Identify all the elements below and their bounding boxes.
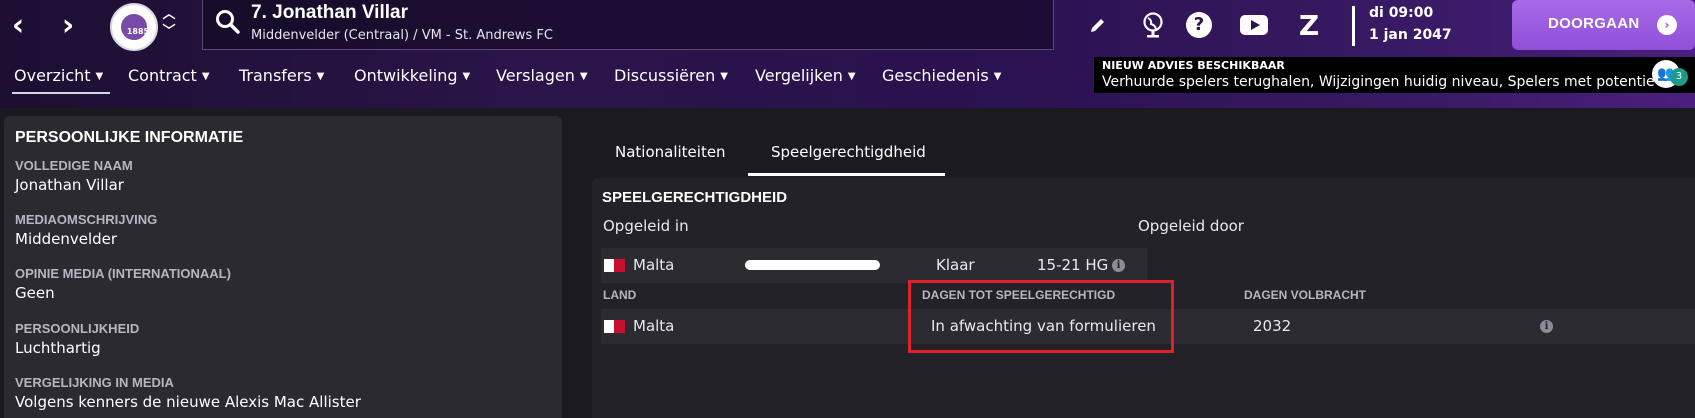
game-date[interactable]: 1 jan 2047 <box>1369 27 1452 43</box>
info-icon[interactable]: i <box>1112 259 1125 272</box>
app-window: ‹ › 1885 ︿ ﹀ 7. Jonathan Villar Middenve… <box>0 0 1695 418</box>
field-label: VERGELIJKING IN MEDIA <box>15 375 174 390</box>
menu-label: Transfers <box>239 66 312 85</box>
header-divider <box>1352 6 1355 46</box>
club-logo-year: 1885 <box>126 27 150 36</box>
tab-active-underline <box>748 173 945 176</box>
forward-arrow-icon[interactable]: › <box>50 8 86 44</box>
globe-icon[interactable] <box>1136 8 1170 42</box>
player-switch-chevrons[interactable]: ︿ ﹀ <box>162 6 176 46</box>
advice-title: NIEUW ADVIES BESCHIKBAAR <box>1102 59 1285 72</box>
menu-transfers[interactable]: Transfers ▼ <box>239 66 324 85</box>
back-arrow-icon[interactable]: ‹ <box>0 8 36 44</box>
header-bar: ‹ › 1885 ︿ ﹀ 7. Jonathan Villar Middenve… <box>0 0 1695 108</box>
menu-verslagen[interactable]: Verslagen ▼ <box>496 66 588 85</box>
tab-nationaliteiten[interactable]: Nationaliteiten <box>615 143 726 161</box>
field-value-media-comparison: Volgens kenners de nieuwe Alexis Mac All… <box>15 393 361 411</box>
menu-label: Geschiedenis <box>882 66 989 85</box>
training-progress-bar <box>745 260 880 270</box>
menu-label: Verslagen <box>496 66 575 85</box>
advice-text: Verhuurde spelers terughalen, Wijziginge… <box>1102 74 1655 90</box>
menu-discussieren[interactable]: Discussiëren ▼ <box>614 66 728 85</box>
youtube-icon[interactable] <box>1237 8 1271 42</box>
personal-info-title: PERSOONLIJKE INFORMATIE <box>15 129 244 146</box>
malta-flag-icon <box>604 320 625 333</box>
field-value-full-name: Jonathan Villar <box>15 176 124 194</box>
player-title: 7. Jonathan Villar <box>251 2 408 23</box>
continue-button[interactable]: DOORGAAN › <box>1512 0 1695 50</box>
menu-label: Discussiëren <box>614 66 716 85</box>
field-label: MEDIAOMSCHRIJVING <box>15 212 158 227</box>
field-value-media-opinion: Geen <box>15 284 55 302</box>
menu-active-underline <box>12 92 110 94</box>
info-icon[interactable]: i <box>1540 320 1553 333</box>
field-label: PERSOONLIJKHEID <box>15 321 140 336</box>
malta-flag-icon <box>604 259 625 272</box>
chevron-down-icon: ▼ <box>462 71 471 82</box>
field-label: OPINIE MEDIA (INTERNATIONAAL) <box>15 266 231 281</box>
eligibility-country: Malta <box>633 317 675 335</box>
chevron-up-icon[interactable]: ︿ <box>162 6 176 23</box>
advice-count-badge: 3 <box>1670 68 1688 86</box>
chevron-down-icon: ▼ <box>720 71 728 82</box>
column-header-days-done[interactable]: DAGEN VOLBRACHT <box>1244 288 1366 302</box>
highlight-annotation-box <box>908 280 1174 353</box>
club-logo[interactable]: 1885 <box>110 3 158 51</box>
continue-button-label: DOORGAAN <box>1548 15 1640 32</box>
days-completed: 2032 <box>1253 317 1292 335</box>
player-subtitle[interactable]: Middenvelder (Centraal) / VM - St. Andre… <box>251 28 553 43</box>
menu-label: Ontwikkeling <box>354 66 458 85</box>
chevron-down-icon: ▼ <box>95 71 104 82</box>
menu-ontwikkeling[interactable]: Ontwikkeling ▼ <box>354 66 470 85</box>
menu-label: Vergelijken <box>755 66 843 85</box>
continue-arrow-icon: › <box>1657 15 1677 35</box>
trained-row[interactable]: Malta Klaar 15-21 HG i <box>601 248 1147 283</box>
trained-by-label: Opgeleid door <box>1138 217 1244 235</box>
help-icon[interactable]: ? <box>1182 8 1216 42</box>
menu-overzicht[interactable]: Overzicht ▼ <box>14 66 103 85</box>
menu-contract[interactable]: Contract ▼ <box>128 66 210 85</box>
tab-speelgerechtigdheid[interactable]: Speelgerechtigdheid <box>771 143 926 161</box>
z-icon[interactable]: Z <box>1292 8 1326 42</box>
advice-staff-button[interactable]: 👥 3 <box>1652 58 1690 94</box>
field-value-media-description: Middenvelder <box>15 230 118 248</box>
trained-country: Malta <box>633 256 675 274</box>
advice-banner[interactable]: NIEUW ADVIES BESCHIKBAAR Verhuurde spele… <box>1094 57 1695 93</box>
game-date-day[interactable]: di 09:00 <box>1369 5 1433 21</box>
menu-geschiedenis[interactable]: Geschiedenis ▼ <box>882 66 1001 85</box>
chevron-down-icon: ▼ <box>579 71 588 82</box>
chevron-down-icon: ▼ <box>847 71 856 82</box>
field-label: VOLLEDIGE NAAM <box>15 158 133 173</box>
personal-info-panel: PERSOONLIJKE INFORMATIE VOLLEDIGE NAAM J… <box>4 116 562 418</box>
eligibility-title: SPEELGERECHTIGDHEID <box>602 189 788 206</box>
player-search-box[interactable]: 7. Jonathan Villar Middenvelder (Centraa… <box>202 0 1054 50</box>
chevron-down-icon: ▼ <box>993 71 1002 82</box>
menu-vergelijken[interactable]: Vergelijken ▼ <box>755 66 856 85</box>
chevron-down-icon: ▼ <box>316 71 325 82</box>
chevron-down-icon[interactable]: ﹀ <box>162 23 176 40</box>
club-crest-icon: 1885 <box>119 12 149 42</box>
menu-label: Contract <box>128 66 197 85</box>
menu-label: Overzicht <box>14 66 91 85</box>
search-icon[interactable] <box>215 9 241 37</box>
field-value-personality: Luchthartig <box>15 339 101 357</box>
chevron-down-icon: ▼ <box>201 71 210 82</box>
training-status: Klaar <box>936 256 975 274</box>
trained-in-label: Opgeleid in <box>603 217 689 235</box>
column-header-land[interactable]: LAND <box>603 288 636 302</box>
training-age-range: 15-21 HG <box>1037 256 1109 274</box>
pencil-icon[interactable] <box>1081 8 1115 42</box>
